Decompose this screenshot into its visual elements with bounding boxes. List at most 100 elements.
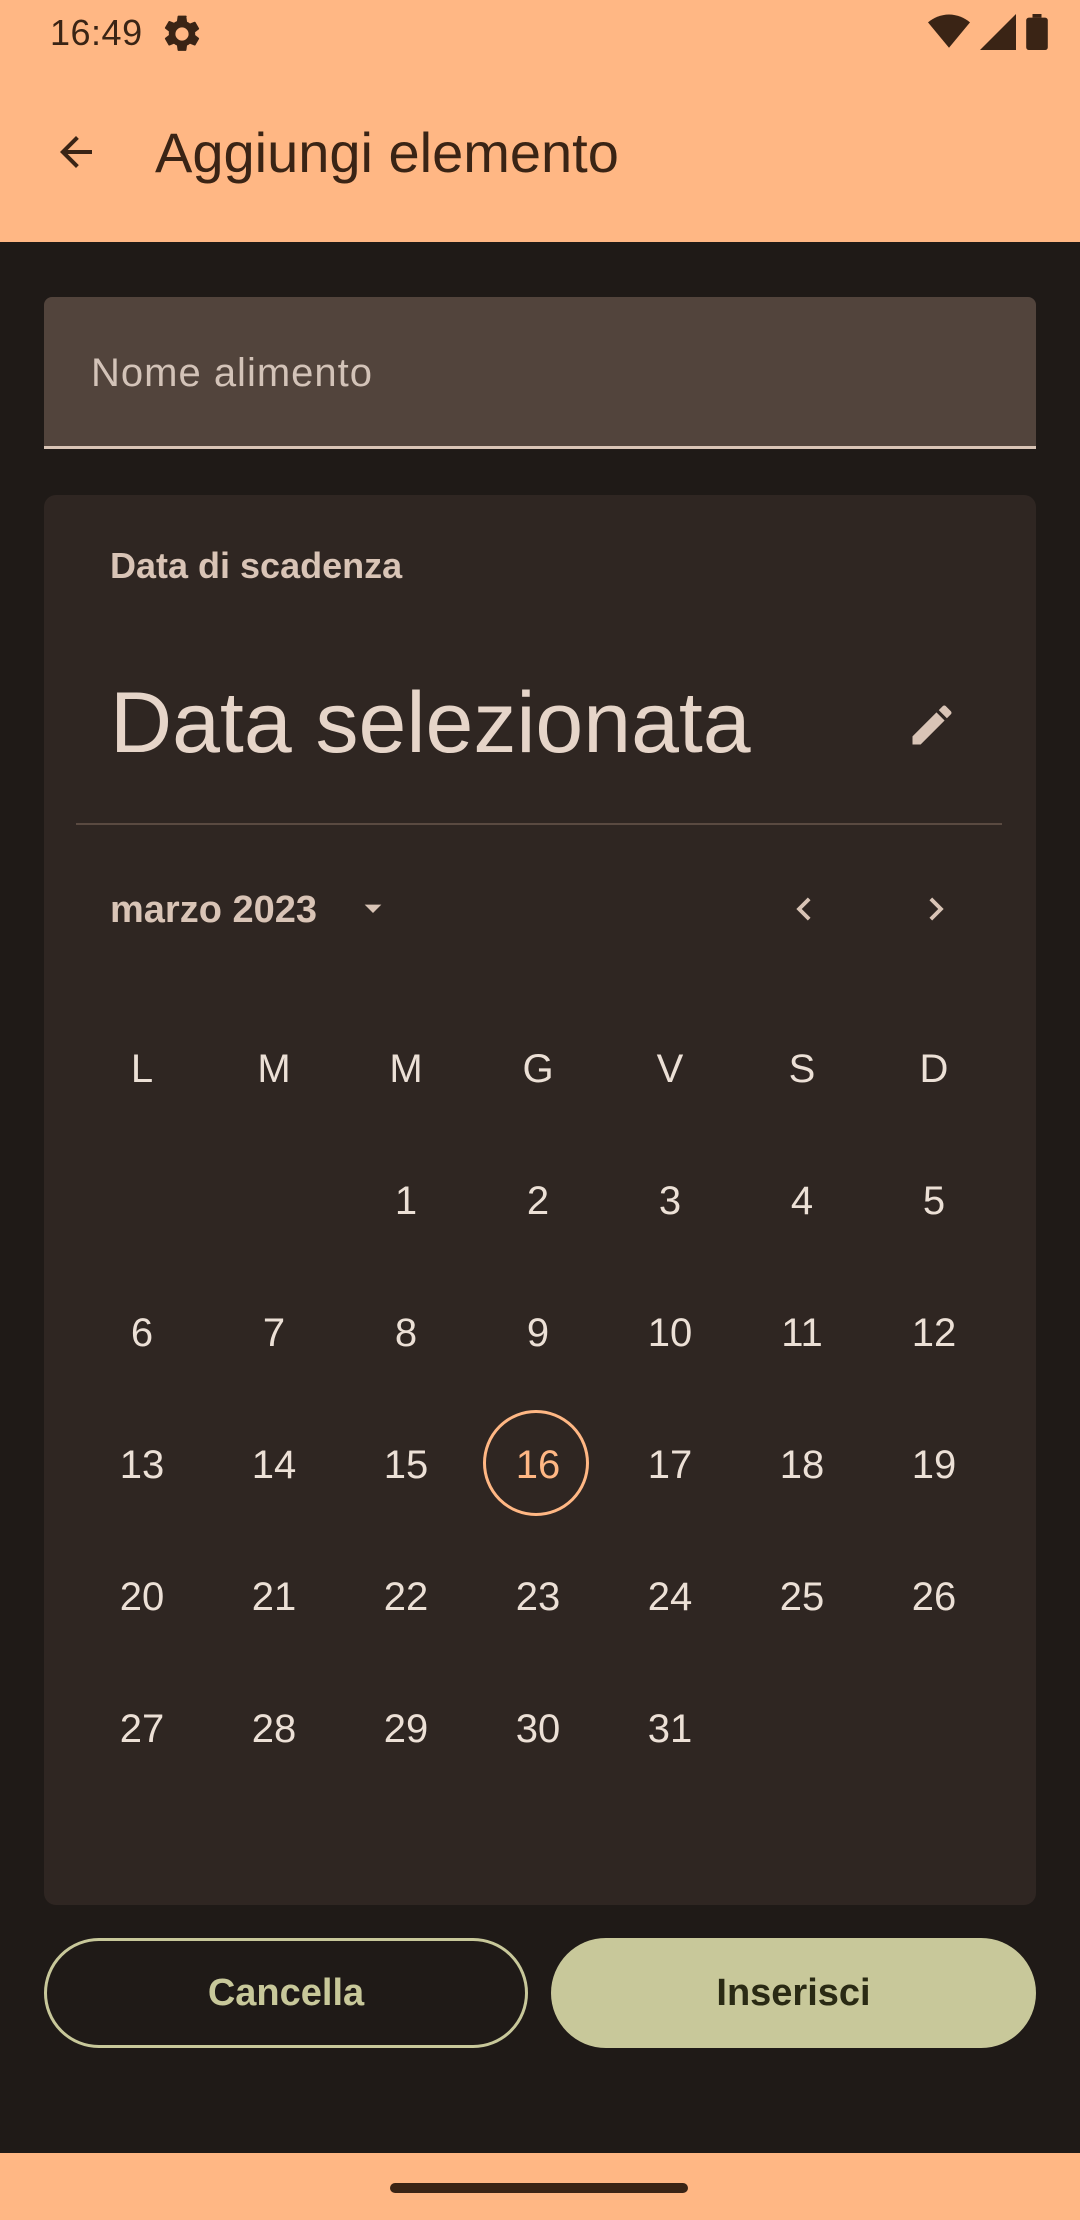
calendar-day-label: 25 [779, 1574, 825, 1619]
calendar-day-label: 19 [911, 1442, 957, 1487]
status-icons [928, 14, 1048, 55]
calendar-day[interactable]: 11 [736, 1267, 868, 1399]
calendar-day-label: 15 [383, 1442, 429, 1487]
calendar-day[interactable]: 24 [604, 1531, 736, 1663]
calendar-day[interactable]: 7 [208, 1267, 340, 1399]
weekday-header-row: L M M G V S D [76, 1003, 1000, 1135]
gear-icon [160, 12, 204, 56]
calendar-week-row: 1 2 3 4 5 [76, 1135, 1000, 1267]
insert-button[interactable]: Inserisci [551, 1938, 1036, 2048]
calendar-day-label: 11 [781, 1310, 823, 1355]
calendar-day[interactable]: 30 [472, 1663, 604, 1795]
calendar-day-label: 18 [779, 1442, 825, 1487]
calendar-day-label: 29 [383, 1706, 429, 1751]
calendar-day[interactable]: 23 [472, 1531, 604, 1663]
calendar-day[interactable]: 27 [76, 1663, 208, 1795]
back-button[interactable] [38, 116, 114, 192]
calendar-day-label: 20 [119, 1574, 165, 1619]
calendar-day[interactable]: 13 [76, 1399, 208, 1531]
calendar-day-label: 5 [922, 1178, 946, 1223]
date-picker: Data di scadenza Data selezionata marzo … [44, 495, 1036, 1905]
chevron-right-icon [913, 886, 959, 937]
arrow-back-icon [52, 128, 100, 181]
weekday-label: M [257, 1046, 291, 1091]
page-title: Aggiungi elemento [155, 121, 619, 184]
calendar-day-label: 30 [515, 1706, 561, 1751]
calendar-day-label: 26 [911, 1574, 957, 1619]
calendar-day[interactable]: 1 [340, 1135, 472, 1267]
calendar-day-today[interactable]: 16 [472, 1399, 604, 1531]
weekday-label: D [919, 1046, 949, 1091]
calendar-empty-cell [76, 1135, 208, 1267]
weekday-label: L [130, 1046, 154, 1091]
weekday-label: S [788, 1046, 816, 1091]
calendar-day-label: 6 [130, 1310, 154, 1355]
food-name-input[interactable] [89, 337, 993, 409]
calendar-day[interactable]: 29 [340, 1663, 472, 1795]
calendar-day[interactable]: 28 [208, 1663, 340, 1795]
weekday-label: G [522, 1046, 554, 1091]
pencil-icon [906, 699, 958, 756]
calendar-day[interactable]: 4 [736, 1135, 868, 1267]
calendar-day-label: 23 [515, 1574, 561, 1619]
calendar-day[interactable]: 14 [208, 1399, 340, 1531]
calendar-day-label: 10 [647, 1310, 693, 1355]
calendar-empty-cell [208, 1135, 340, 1267]
calendar-day[interactable]: 9 [472, 1267, 604, 1399]
calendar-day[interactable]: 6 [76, 1267, 208, 1399]
calendar-day[interactable]: 26 [868, 1531, 1000, 1663]
calendar-day[interactable]: 17 [604, 1399, 736, 1531]
calendar-day[interactable]: 5 [868, 1135, 1000, 1267]
calendar-day-label: 1 [394, 1178, 418, 1223]
next-month-button[interactable] [898, 873, 974, 949]
calendar-day[interactable]: 15 [340, 1399, 472, 1531]
battery-icon [1026, 14, 1048, 55]
calendar-day[interactable]: 18 [736, 1399, 868, 1531]
app-bar: Aggiungi elemento [0, 66, 1080, 242]
calendar-day[interactable]: 31 [604, 1663, 736, 1795]
edit-date-button[interactable] [894, 689, 970, 765]
calendar-day-label: 2 [526, 1178, 550, 1223]
calendar-day[interactable]: 25 [736, 1531, 868, 1663]
calendar-day[interactable]: 10 [604, 1267, 736, 1399]
month-year-selector[interactable]: marzo 2023 [110, 875, 393, 945]
dropdown-arrow-icon [353, 888, 393, 933]
calendar-day-label: 9 [526, 1310, 550, 1355]
date-picker-headline: Data selezionata [110, 675, 751, 771]
calendar-day-label: 17 [647, 1442, 693, 1487]
calendar-day[interactable]: 2 [472, 1135, 604, 1267]
calendar-day[interactable]: 8 [340, 1267, 472, 1399]
calendar-day-label: 21 [251, 1574, 297, 1619]
calendar-day[interactable]: 12 [868, 1267, 1000, 1399]
calendar-weeks: 1 2 3 4 5 6 7 8 9 10 11 12 13 14 15 16 17 18 19 20 21 22 23 24 2… [76, 1135, 1000, 1795]
navigation-bar [0, 2153, 1080, 2220]
calendar-day-label: 12 [911, 1310, 957, 1355]
calendar-week-row: 27 28 29 30 31 [76, 1663, 1000, 1795]
calendar-day-label: 3 [658, 1178, 682, 1223]
calendar-day[interactable]: 22 [340, 1531, 472, 1663]
weekday-label: M [389, 1046, 423, 1091]
calendar-day[interactable]: 19 [868, 1399, 1000, 1531]
calendar-day-label: 27 [119, 1706, 165, 1751]
food-name-field[interactable] [44, 297, 1036, 449]
calendar-day[interactable]: 3 [604, 1135, 736, 1267]
calendar-day[interactable]: 21 [208, 1531, 340, 1663]
wifi-icon [928, 14, 970, 55]
weekday-label: V [656, 1046, 684, 1091]
calendar-day[interactable]: 20 [76, 1531, 208, 1663]
calendar-day-label: 14 [251, 1442, 297, 1487]
calendar-day-label: 8 [394, 1310, 418, 1355]
cancel-button[interactable]: Cancella [44, 1938, 528, 2048]
chevron-left-icon [781, 886, 827, 937]
signal-icon [980, 14, 1016, 55]
home-indicator[interactable] [390, 2183, 688, 2193]
calendar-day-label: 16 [515, 1442, 561, 1487]
calendar-week-row: 20 21 22 23 24 25 26 [76, 1531, 1000, 1663]
calendar-day-label: 24 [647, 1574, 693, 1619]
calendar-day-label: 7 [262, 1310, 286, 1355]
calendar-day-label: 22 [383, 1574, 429, 1619]
calendar-week-row: 6 7 8 9 10 11 12 [76, 1267, 1000, 1399]
calendar-day-label: 4 [790, 1178, 814, 1223]
status-bar: 16:49 [0, 0, 1080, 66]
previous-month-button[interactable] [766, 873, 842, 949]
